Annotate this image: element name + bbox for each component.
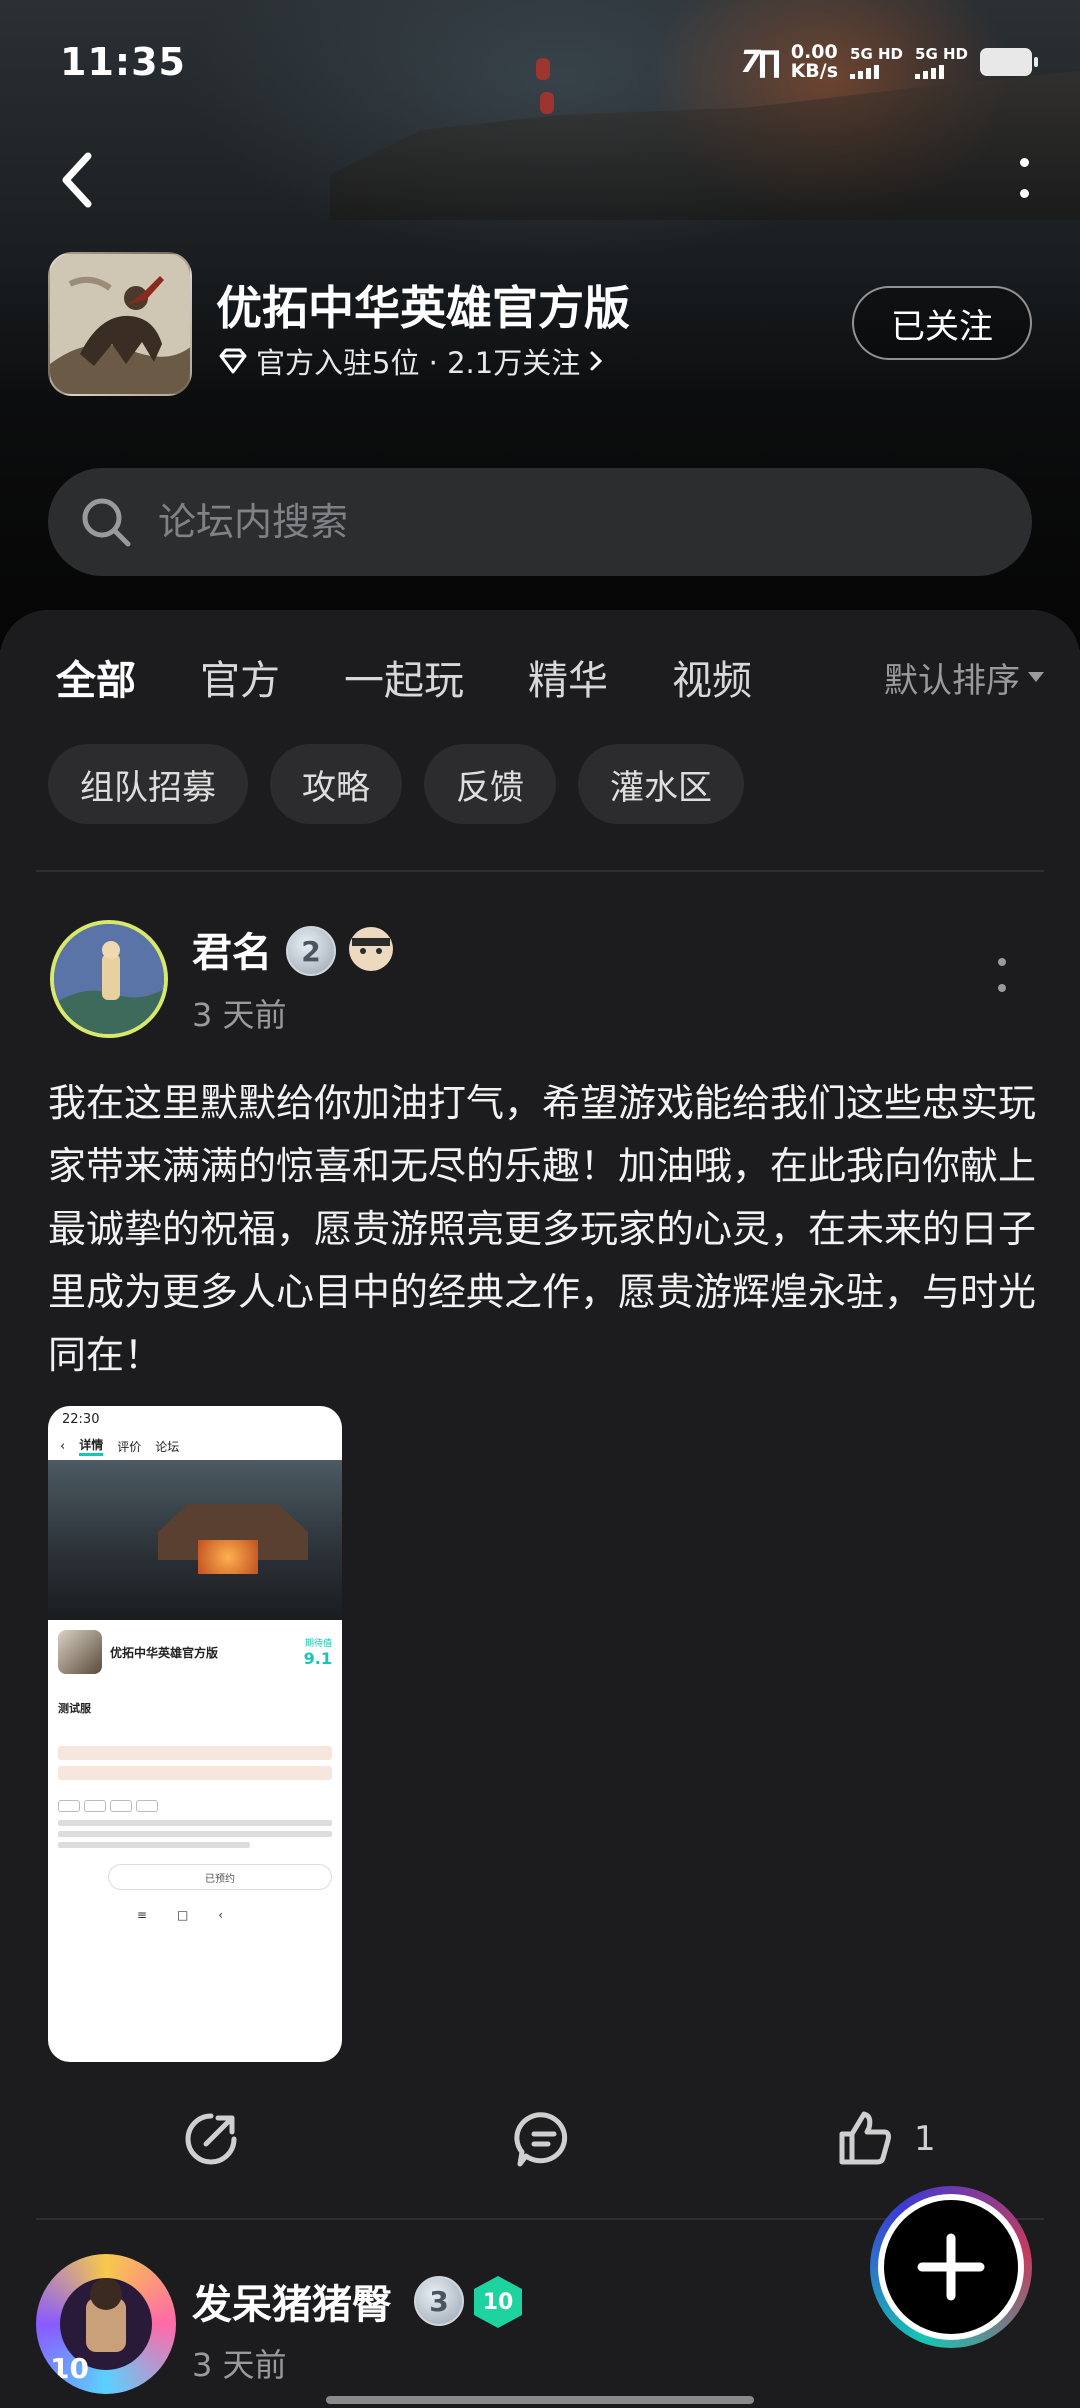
- new-post-button[interactable]: [870, 2186, 1032, 2348]
- follow-button[interactable]: 已关注: [852, 286, 1032, 360]
- diamond-icon: [219, 348, 247, 374]
- anniversary-avatar-icon: 10: [50, 2278, 152, 2385]
- tab-official[interactable]: 官方: [200, 648, 280, 706]
- post-content[interactable]: 我在这里默默给你加油打气，希望游戏能给我们这些忠实玩家带来满满的惊喜和无尽的乐趣…: [48, 1072, 1038, 1387]
- thumbs-up-icon: [839, 2111, 891, 2165]
- app-icon[interactable]: [48, 252, 192, 396]
- chip-chat[interactable]: 灌水区: [578, 744, 744, 824]
- chip-guide[interactable]: 攻略: [270, 744, 402, 824]
- carrier-logo-icon: 7∏: [740, 44, 781, 80]
- chip-feedback[interactable]: 反馈: [424, 744, 556, 824]
- banner-lantern: [540, 92, 554, 114]
- banner-roof-art: [330, 70, 1080, 220]
- signal-sim2-icon: 5G HD: [915, 45, 968, 79]
- avatar[interactable]: [50, 920, 168, 1038]
- forum-meta-link[interactable]: 官方入驻5位 · 2.1万关注: [218, 340, 604, 382]
- thumb-app-icon: [58, 1630, 102, 1674]
- tab-featured[interactable]: 精华: [528, 648, 608, 706]
- post-image[interactable]: 22:30 ‹ 详情 评价 论坛 优拓中华英雄官方版 期待值 9.1 测试服 已…: [48, 1406, 342, 2062]
- chevron-right-icon: [590, 351, 603, 371]
- forum-tabs: 全部 官方 一起玩 精华 视频 默认排序: [56, 642, 1044, 714]
- status-bar: 11:35 7∏ 0.00 KB/s 5G HD 5G HD: [60, 36, 1038, 88]
- like-count: 1: [914, 2119, 936, 2159]
- gamer-badge-icon: [346, 924, 396, 974]
- post-author[interactable]: 发呆猪猪臀: [192, 2272, 392, 2330]
- tab-video[interactable]: 视频: [672, 648, 752, 706]
- tab-all[interactable]: 全部: [56, 648, 136, 714]
- share-icon: [185, 2113, 237, 2165]
- level-badge: 3: [414, 2276, 464, 2326]
- forum-search-bar[interactable]: [48, 468, 1032, 576]
- chip-team-recruit[interactable]: 组队招募: [48, 744, 248, 824]
- level-badge: 2: [286, 926, 336, 976]
- status-time: 11:35: [60, 40, 186, 84]
- search-input[interactable]: [158, 500, 958, 544]
- post-actions: 1: [0, 2110, 1080, 2170]
- category-chips: 组队招募 攻略 反馈 灌水区: [48, 744, 744, 824]
- comment-button[interactable]: [514, 2110, 574, 2168]
- horse-rider-art-icon: [50, 254, 190, 394]
- post-time: 3 天前: [192, 2346, 287, 2384]
- battery-icon: [980, 48, 1038, 76]
- home-indicator[interactable]: [326, 2396, 754, 2404]
- signal-sim1-icon: 5G HD: [850, 45, 903, 79]
- share-button[interactable]: [182, 2110, 240, 2168]
- sort-dropdown[interactable]: 默认排序: [884, 653, 1044, 702]
- post-more-button[interactable]: [992, 958, 1012, 992]
- plus-icon: [917, 2233, 985, 2301]
- caret-down-icon: [1028, 672, 1044, 682]
- tab-play-together[interactable]: 一起玩: [344, 648, 464, 706]
- avatar[interactable]: 10: [36, 2254, 176, 2394]
- back-button[interactable]: [56, 148, 100, 212]
- network-speed: 0.00 KB/s: [790, 41, 839, 82]
- thumb-banner-art: [48, 1460, 342, 1620]
- chevron-left-icon: [62, 152, 92, 208]
- divider: [36, 870, 1044, 872]
- search-icon: [82, 498, 131, 547]
- like-button[interactable]: 1: [836, 2110, 936, 2168]
- comment-icon: [514, 2112, 568, 2167]
- forum-title: 优拓中华英雄官方版: [216, 281, 630, 335]
- post-author[interactable]: 君名: [192, 920, 272, 978]
- more-options-button[interactable]: [1014, 158, 1034, 198]
- post-time: 3 天前: [192, 996, 287, 1034]
